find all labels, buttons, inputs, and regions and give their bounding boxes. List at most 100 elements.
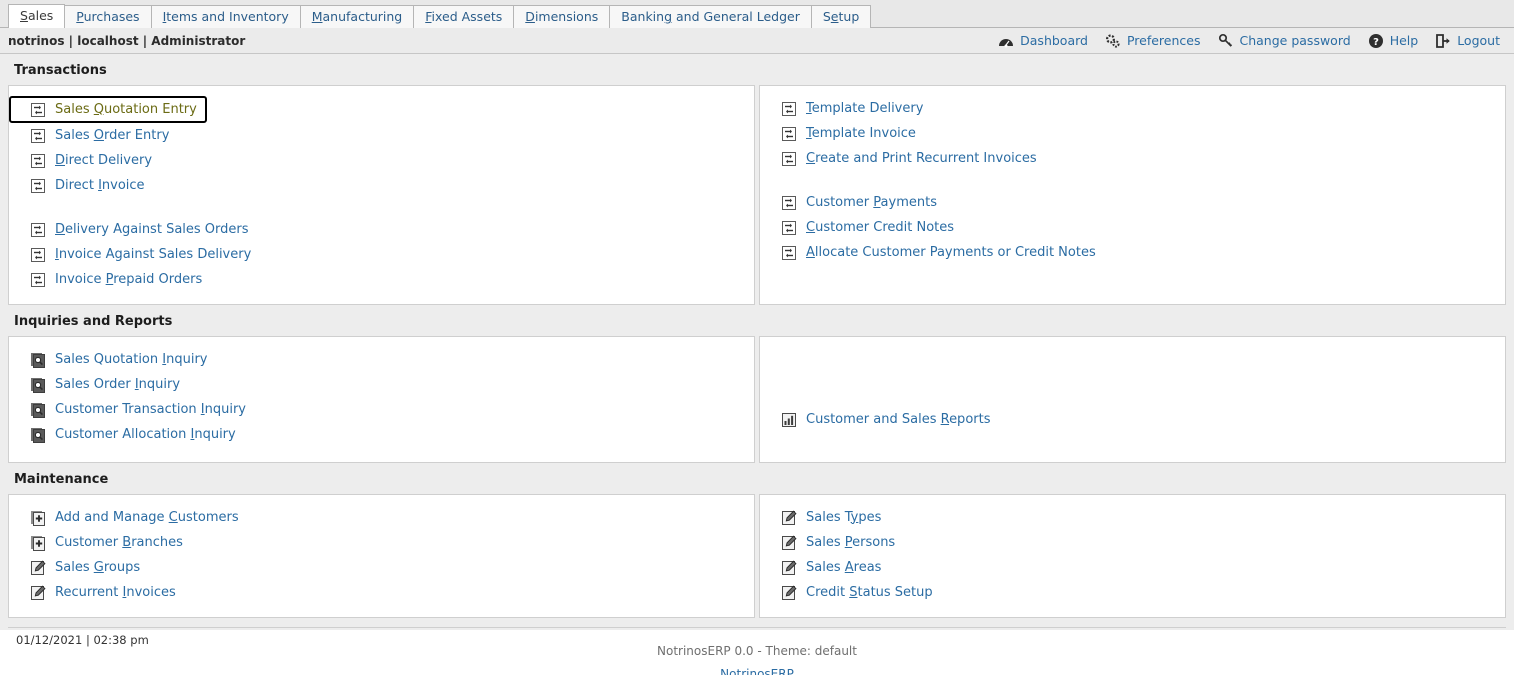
edit-icon [781, 585, 797, 601]
menu-item-sales-types[interactable]: Sales Types [760, 505, 1505, 530]
tab-manufacturing[interactable]: Manufacturing [299, 5, 415, 28]
menu-item-label[interactable]: Recurrent Invoices [55, 585, 176, 601]
header-link-label: Change password [1239, 33, 1351, 48]
inquiry-icon [30, 402, 46, 418]
menu-item-sales-order-entry[interactable]: Sales Order Entry [9, 123, 754, 148]
menu-item-label[interactable]: Sales Groups [55, 560, 140, 576]
menu-item-label[interactable]: Template Delivery [806, 101, 923, 117]
section-title-maintenance: Maintenance [14, 472, 109, 487]
menu-item-direct-invoice[interactable]: Direct Invoice [9, 173, 754, 198]
menu-item-label[interactable]: Template Invoice [806, 126, 916, 142]
menu-item-customer-allocation-inquiry[interactable]: Customer Allocation Inquiry [9, 422, 754, 447]
menu-item-label[interactable]: Allocate Customer Payments or Credit Not… [806, 245, 1096, 261]
menu-item-label[interactable]: Sales Order Entry [55, 128, 169, 144]
menu-item-sales-quotation-inquiry[interactable]: Sales Quotation Inquiry [9, 347, 754, 372]
transaction-icon [30, 272, 46, 288]
menu-item-add-and-manage-customers[interactable]: Add and Manage Customers [9, 505, 754, 530]
menu-item-delivery-against-sales-orders[interactable]: Delivery Against Sales Orders [9, 217, 754, 242]
header-link-logout[interactable]: Logout [1435, 33, 1500, 49]
section-panels-inquiries-and-reports: Sales Quotation Inquiry Sales Order Inqu… [8, 336, 1506, 463]
menu-item-label[interactable]: Customer Transaction Inquiry [55, 402, 246, 418]
menu-item-label[interactable]: Customer Allocation Inquiry [55, 427, 236, 443]
menu-item-label[interactable]: Customer Payments [806, 195, 937, 211]
menu-item-sales-quotation-entry[interactable]: Sales Quotation Entry [9, 96, 207, 123]
menu-list: Sales Quotation Inquiry Sales Order Inqu… [9, 347, 754, 447]
menu-item-label[interactable]: Sales Areas [806, 560, 881, 576]
inquiry-icon [30, 427, 46, 443]
menu-item-invoice-against-sales-delivery[interactable]: Invoice Against Sales Delivery [9, 242, 754, 267]
dashboard-icon [998, 33, 1014, 49]
menu-item-label[interactable]: Sales Quotation Inquiry [55, 352, 208, 368]
inquiry-icon [30, 352, 46, 368]
header-link-dashboard[interactable]: Dashboard [998, 33, 1088, 49]
header-link-preferences[interactable]: Preferences [1105, 33, 1201, 49]
menu-item-label[interactable]: Customer Branches [55, 535, 183, 551]
tab-fixed-assets[interactable]: Fixed Assets [413, 5, 515, 28]
menu-item-label[interactable]: Credit Status Setup [806, 585, 933, 601]
menu-item-sales-order-inquiry[interactable]: Sales Order Inquiry [9, 372, 754, 397]
svg-text:?: ? [1373, 37, 1379, 48]
menu-item-direct-delivery[interactable]: Direct Delivery [9, 148, 754, 173]
menu-item-recurrent-invoices[interactable]: Recurrent Invoices [9, 580, 754, 605]
menu-item-template-invoice[interactable]: Template Invoice [760, 121, 1505, 146]
tab-purchases[interactable]: Purchases [64, 5, 152, 28]
header-link-change-password[interactable]: Change password [1218, 33, 1351, 49]
menu-item-create-and-print-recurrent-invoices[interactable]: Create and Print Recurrent Invoices [760, 146, 1505, 171]
menu-item-customer-branches[interactable]: Customer Branches [9, 530, 754, 555]
tab-label: Sales [20, 8, 54, 23]
header-link-label: Help [1389, 33, 1419, 48]
tab-label: Setup [822, 9, 860, 24]
edit-icon [30, 585, 46, 601]
transaction-icon [781, 220, 797, 236]
footer-brand-link[interactable]: NotrinosERP [0, 667, 1514, 675]
menu-item-customer-transaction-inquiry[interactable]: Customer Transaction Inquiry [9, 397, 754, 422]
menu-item-sales-groups[interactable]: Sales Groups [9, 555, 754, 580]
add-icon [30, 535, 46, 551]
transaction-icon [781, 195, 797, 211]
menu-item-sales-areas[interactable]: Sales Areas [760, 555, 1505, 580]
menu-item-label[interactable]: Delivery Against Sales Orders [55, 222, 249, 238]
report-icon [781, 412, 797, 428]
tab-banking-and-general-ledger[interactable]: Banking and General Ledger [609, 5, 812, 28]
menu-item-label[interactable]: Create and Print Recurrent Invoices [806, 151, 1037, 167]
edit-icon [30, 560, 46, 576]
transaction-icon [30, 102, 46, 118]
menu-item-label[interactable]: Direct Invoice [55, 178, 145, 194]
menu-item-allocate-customer-payments-or-credit-notes[interactable]: Allocate Customer Payments or Credit Not… [760, 240, 1505, 265]
transaction-icon [781, 126, 797, 142]
transaction-icon [30, 128, 46, 144]
user-info: notrinos | localhost | Administrator [8, 33, 246, 48]
page-content: Transactions Sales Quotation Entry Sales… [0, 54, 1514, 652]
menu-item-label[interactable]: Invoice Prepaid Orders [55, 272, 202, 288]
transaction-icon [781, 101, 797, 117]
menu-item-label[interactable]: Add and Manage Customers [55, 510, 239, 526]
tab-items-and-inventory[interactable]: Items and Inventory [150, 5, 301, 28]
header-link-help[interactable]: ? Help [1368, 33, 1419, 49]
menu-item-customer-credit-notes[interactable]: Customer Credit Notes [760, 215, 1505, 240]
menu-item-label[interactable]: Invoice Against Sales Delivery [55, 247, 251, 263]
menu-item-invoice-prepaid-orders[interactable]: Invoice Prepaid Orders [9, 267, 754, 292]
menu-item-label[interactable]: Sales Quotation Entry [55, 102, 197, 118]
menu-item-label[interactable]: Direct Delivery [55, 153, 152, 169]
menu-item-label[interactable]: Sales Persons [806, 535, 895, 551]
gears-icon [1105, 33, 1121, 49]
menu-item-label[interactable]: Sales Order Inquiry [55, 377, 180, 393]
menu-item-credit-status-setup[interactable]: Credit Status Setup [760, 580, 1505, 605]
transaction-icon [30, 178, 46, 194]
menu-item-label[interactable]: Customer Credit Notes [806, 220, 954, 236]
menu-item-customer-payments[interactable]: Customer Payments [760, 190, 1505, 215]
header-links: Dashboard Preferences Change password ? H… [998, 33, 1500, 49]
tab-sales[interactable]: Sales [8, 4, 66, 28]
menu-item-template-delivery[interactable]: Template Delivery [760, 96, 1505, 121]
menu-item-label[interactable]: Customer and Sales Reports [806, 412, 990, 428]
panel-inquiries-and-reports-left: Sales Quotation Inquiry Sales Order Inqu… [8, 336, 755, 463]
menu-item-label[interactable]: Sales Types [806, 510, 881, 526]
menu-item-sales-persons[interactable]: Sales Persons [760, 530, 1505, 555]
section-title-transactions: Transactions [14, 63, 107, 78]
transaction-icon [30, 247, 46, 263]
section-panels-transactions: Sales Quotation Entry Sales Order Entry … [8, 85, 1506, 305]
tab-dimensions[interactable]: Dimensions [513, 5, 611, 28]
edit-icon [781, 510, 797, 526]
menu-item-customer-and-sales-reports[interactable]: Customer and Sales Reports [760, 407, 1505, 432]
tab-setup[interactable]: Setup [810, 5, 872, 28]
